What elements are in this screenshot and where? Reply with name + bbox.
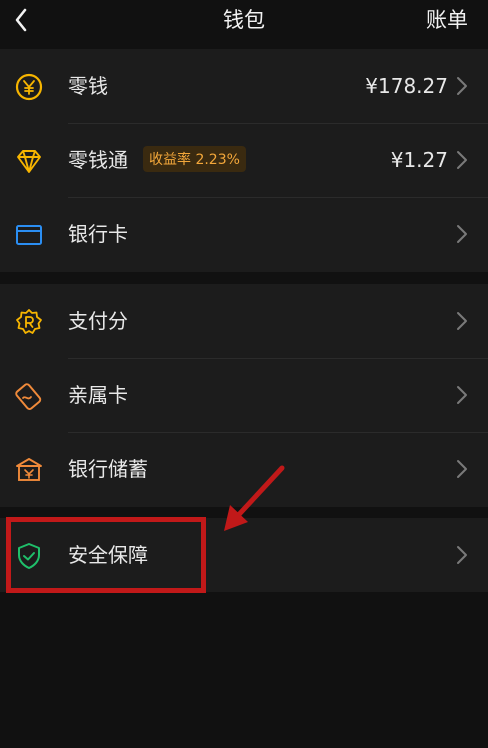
- highlight-box: [6, 517, 206, 593]
- row-value: ¥1.27: [390, 148, 448, 172]
- row-label: 零钱: [68, 74, 108, 98]
- chevron-right-icon: [457, 312, 467, 330]
- family-card-icon: [15, 383, 42, 410]
- diamond-icon: [17, 150, 41, 173]
- row-change[interactable]: 零钱 ¥178.27: [0, 49, 488, 123]
- row-pay-score[interactable]: 支付分: [0, 284, 488, 358]
- chevron-right-icon: [457, 460, 467, 478]
- yield-badge: 收益率 2.23%: [143, 146, 246, 172]
- page-title: 钱包: [223, 8, 265, 32]
- arrow-annotation-icon: [224, 465, 285, 531]
- chevron-right-icon: [457, 77, 467, 95]
- row-label: 零钱通: [68, 148, 128, 172]
- bank-building-icon: [16, 458, 42, 481]
- chevron-left-icon[interactable]: [10, 6, 34, 34]
- chevron-right-icon: [457, 386, 467, 404]
- row-value: ¥178.27: [365, 74, 448, 98]
- chevron-right-icon: [457, 546, 467, 564]
- row-label: 支付分: [68, 309, 128, 333]
- row-family-card[interactable]: 亲属卡: [0, 358, 488, 432]
- row-bank-card[interactable]: 银行卡: [0, 197, 488, 271]
- yen-coin-icon: [15, 73, 43, 101]
- top-bar: 钱包 账单: [0, 0, 488, 46]
- row-label: 银行储蓄: [68, 457, 148, 481]
- bill-button[interactable]: 账单: [426, 4, 468, 34]
- score-badge-icon: [16, 309, 42, 334]
- chevron-right-icon: [457, 151, 467, 169]
- bank-card-icon: [16, 225, 42, 245]
- chevron-right-icon: [457, 225, 467, 243]
- row-label: 亲属卡: [68, 383, 128, 407]
- row-label: 银行卡: [68, 222, 128, 246]
